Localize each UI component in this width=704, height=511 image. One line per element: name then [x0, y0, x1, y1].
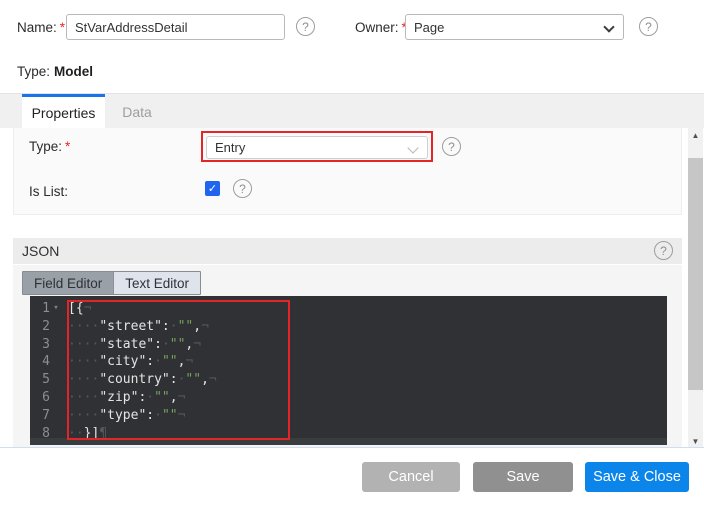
tab-bar: Properties Data	[0, 93, 704, 128]
tab-data-label: Data	[122, 104, 152, 120]
name-help-icon[interactable]: ?	[296, 17, 315, 36]
type-dropdown-highlight-box	[201, 131, 433, 162]
fold-caret-icon[interactable]: ▾	[50, 300, 62, 318]
json-section-body: Field Editor Text Editor 1▾[{¬2····"stre…	[13, 265, 682, 447]
fold-spacer	[50, 336, 62, 354]
name-required-mark: *	[60, 20, 65, 35]
scroll-up-icon[interactable]: ▲	[688, 128, 703, 142]
type-static-label: Type:	[17, 64, 50, 79]
owner-label-text: Owner:	[355, 20, 399, 35]
fold-spacer	[50, 389, 62, 407]
type-static-value: Model	[54, 64, 93, 79]
type-static-text: Type: Model	[17, 64, 93, 79]
scroll-down-icon[interactable]: ▼	[688, 434, 703, 448]
line-number: 5	[30, 371, 50, 389]
owner-select-value: Page	[414, 20, 444, 35]
owner-select[interactable]: Page	[405, 14, 624, 40]
checkmark-icon: ✓	[208, 182, 217, 195]
variable-editor-dialog: Name:* ? Owner:* Page ? Type:Model Prope…	[0, 0, 704, 511]
line-number: 3	[30, 336, 50, 354]
tab-data[interactable]: Data	[105, 94, 169, 129]
text-editor-button-label: Text Editor	[125, 276, 189, 291]
properties-panel: Type:* Entry ? Is List: ✓ ?	[13, 128, 682, 215]
save-button[interactable]: Save	[473, 462, 573, 492]
text-editor-button[interactable]: Text Editor	[113, 272, 200, 294]
entry-type-help-icon[interactable]: ?	[442, 137, 461, 156]
name-label-text: Name:	[17, 20, 57, 35]
owner-help-icon[interactable]: ?	[639, 17, 658, 36]
tab-properties-label: Properties	[32, 105, 96, 121]
json-help-icon[interactable]: ?	[654, 241, 673, 260]
field-editor-button-label: Field Editor	[34, 276, 102, 291]
save-and-close-button[interactable]: Save & Close	[585, 462, 689, 492]
entry-type-label: Type:*	[29, 139, 70, 154]
entry-type-required-mark: *	[65, 139, 70, 154]
is-list-label: Is List:	[29, 184, 68, 199]
line-number: 6	[30, 389, 50, 407]
json-section-title: JSON	[22, 243, 59, 259]
line-number: 7	[30, 407, 50, 425]
name-label: Name:*	[17, 20, 65, 35]
json-section-header: JSON ?	[13, 238, 682, 264]
fold-spacer	[50, 353, 62, 371]
fold-spacer	[50, 318, 62, 336]
is-list-help-icon[interactable]: ?	[233, 179, 252, 198]
vertical-scrollbar[interactable]: ▲ ▼	[688, 128, 703, 448]
json-code-highlight-box	[67, 300, 290, 440]
line-number: 4	[30, 353, 50, 371]
owner-label: Owner:*	[355, 20, 407, 35]
fold-spacer	[50, 407, 62, 425]
tab-properties[interactable]: Properties	[22, 94, 105, 129]
name-input[interactable]	[66, 14, 285, 40]
scrollbar-thumb[interactable]	[688, 158, 703, 390]
chevron-down-icon	[603, 21, 614, 32]
is-list-checkbox[interactable]: ✓	[205, 181, 220, 196]
editor-mode-toggle: Field Editor Text Editor	[22, 271, 201, 295]
entry-type-label-text: Type:	[29, 139, 62, 154]
cancel-button[interactable]: Cancel	[362, 462, 460, 492]
field-editor-button[interactable]: Field Editor	[23, 272, 113, 294]
fold-spacer	[50, 371, 62, 389]
footer-divider	[0, 447, 704, 448]
line-number: 2	[30, 318, 50, 336]
line-number: 1	[30, 300, 50, 318]
